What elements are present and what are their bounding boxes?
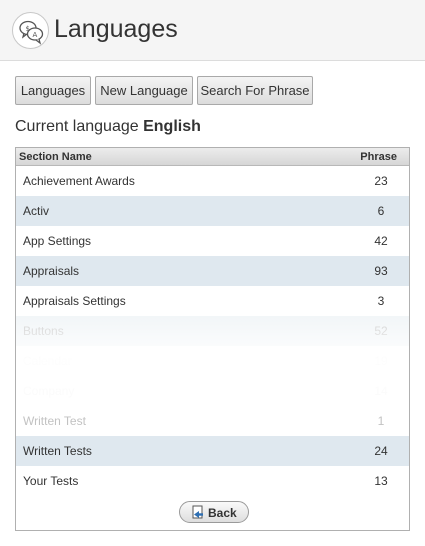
back-button-label: Back [208, 506, 237, 520]
table-row[interactable]: Achievement Awards 23 [16, 166, 409, 196]
current-language-label: Current language English [15, 118, 201, 136]
phrase-count-cell: 24 [374, 444, 388, 458]
phrase-count-cell: 52 [374, 324, 388, 338]
phrase-count-cell: 3 [377, 294, 385, 308]
table-row[interactable]: Appraisals Settings 3 [16, 286, 409, 316]
table-row[interactable]: Written Tests 24 [16, 436, 409, 466]
translate-icon: $ A [12, 12, 49, 49]
section-name-cell: Written Test [23, 414, 86, 428]
search-for-phrase-button[interactable]: Search For Phrase [197, 76, 313, 105]
table-row[interactable]: Appraisals 93 [16, 256, 409, 286]
languages-button[interactable]: Languages [15, 76, 91, 105]
page-title: Languages [54, 15, 178, 43]
table-row[interactable]: Buttons 52 [16, 316, 409, 346]
section-name-cell: App Settings [23, 234, 92, 248]
table-row[interactable]: Activ 6 [16, 196, 409, 226]
phrase-count-cell: 23 [374, 174, 388, 188]
grid-header: Section Name Phrase [16, 148, 409, 166]
back-button[interactable]: Back [179, 501, 249, 523]
section-name-cell: Appraisals [23, 264, 80, 278]
table-row[interactable]: Calendar 19 [16, 346, 409, 376]
svg-text:$: $ [26, 25, 30, 33]
current-language-prefix: Current language [15, 118, 139, 135]
column-header-phrase[interactable]: Phrase [360, 151, 397, 163]
section-name-cell: Buttons [23, 324, 64, 338]
table-row[interactable]: App Settings 42 [16, 226, 409, 256]
page-header: $ A Languages [0, 0, 425, 61]
section-name-cell: Activ [23, 204, 50, 218]
svg-text:A: A [33, 31, 38, 39]
phrase-count-cell: 42 [374, 234, 388, 248]
phrase-count-cell: 1 [377, 414, 385, 428]
section-name-cell: Appraisals Settings [23, 294, 126, 308]
table-row[interactable]: Company 14 [16, 376, 409, 406]
new-language-button[interactable]: New Language [95, 76, 193, 105]
current-language-value: English [143, 118, 201, 135]
table-row[interactable]: Your Tests 13 [16, 466, 409, 496]
table-row[interactable]: Written Test 1 [16, 406, 409, 436]
section-name-cell: Written Tests [23, 444, 92, 458]
section-name-cell: Achievement Awards [23, 174, 135, 188]
back-arrow-icon [191, 505, 205, 520]
section-name-cell: Company [23, 384, 75, 398]
sections-grid: Section Name Phrase Achievement Awards 2… [15, 147, 410, 531]
phrase-count-cell: 14 [374, 384, 388, 398]
column-header-section-name[interactable]: Section Name [19, 151, 92, 163]
phrase-count-cell: 13 [374, 474, 388, 488]
section-name-cell: Calendar [23, 354, 72, 368]
phrase-count-cell: 6 [377, 204, 385, 218]
section-name-cell: Your Tests [23, 474, 79, 488]
phrase-count-cell: 19 [374, 354, 388, 368]
phrase-count-cell: 93 [374, 264, 388, 278]
